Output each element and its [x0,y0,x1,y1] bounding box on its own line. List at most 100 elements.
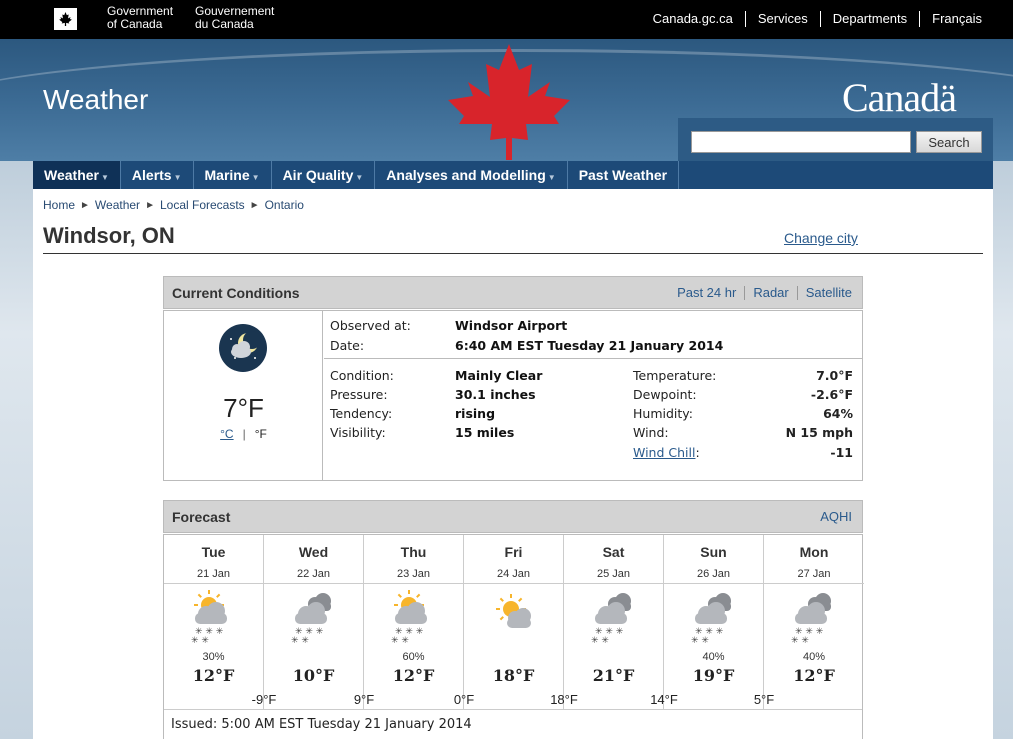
day-high: 21°F [592,666,635,685]
precip-probability: 60% [402,651,425,663]
day-name: Tue [201,544,226,560]
change-city-link[interactable]: Change city [784,230,858,246]
svg-text:✳ ✳: ✳ ✳ [291,636,309,644]
visibility-value: 15 miles [455,425,515,440]
chevron-down-icon: ▼ [100,173,109,182]
celsius-link[interactable]: °C [220,427,233,441]
unit-separator: | [242,427,246,441]
canada-flag-icon [43,8,88,30]
day-high: 10°F [292,666,335,685]
gouvernement-du-canada-wordmark[interactable]: Gouvernement du Canada [195,5,274,31]
issued-time: Issued: 5:00 AM EST Tuesday 21 January 2… [171,717,472,732]
forecast-header: Forecast AQHI [163,500,863,533]
pressure-value: 30.1 inches [455,387,536,402]
nav-item-alerts[interactable]: Alerts ▼ [121,161,194,189]
night-low: 5°F [753,692,775,707]
breadcrumb-ontario[interactable]: Ontario [265,198,304,212]
day-date: 22 Jan [296,568,331,580]
nav-item-analyses-and-modelling[interactable]: Analyses and Modelling ▼ [375,161,568,189]
date-label: Date: [330,338,365,353]
current-temp-panel: 7°F °C | °F [164,311,323,480]
night-low: 18°F [550,692,578,707]
svg-text:✳ ✳: ✳ ✳ [391,636,409,644]
satellite-link[interactable]: Satellite [796,286,852,300]
observed-at-label: Observed at: [330,318,411,333]
forecast-day-sat: Sat 25 Jan ✳ ✳ ✳ ✳ ✳ 21°F [564,535,664,710]
search-button[interactable]: Search [916,131,982,153]
radar-link[interactable]: Radar [744,286,796,300]
day-date: 25 Jan [596,568,631,580]
day-high: 18°F [492,666,535,685]
wind-chill-value: -11 [830,445,853,460]
wind-chill-link[interactable]: Wind Chill [633,445,695,460]
breadcrumb-local-forecasts[interactable]: Local Forecasts [160,198,245,212]
tendency-label: Tendency: [330,406,393,421]
fahrenheit-label: °F [254,427,267,441]
current-conditions-heading: Current Conditions [172,285,300,301]
day-divider [164,583,263,584]
svg-text:✳ ✳: ✳ ✳ [191,636,209,644]
svg-text:✳ ✳: ✳ ✳ [791,636,809,644]
day-name: Thu [400,544,427,560]
temperature-label: Temperature: [633,368,717,383]
cloud-snow-icon: ✳ ✳ ✳ ✳ ✳ [289,588,339,646]
breadcrumb: Home ► Weather ► Local Forecasts ► Ontar… [43,198,304,212]
day-name: Mon [799,544,829,560]
forecast-day-fri: Fri 24 Jan 18°F [464,535,564,710]
nav-item-label: Air Quality [282,167,354,183]
day-name: Sun [700,544,727,560]
departments-link[interactable]: Departments [819,11,919,27]
sun-cloud-snow-icon: ✳ ✳ ✳ ✳ ✳ [389,588,439,646]
day-divider [464,583,563,584]
day-high: 12°F [793,666,835,685]
forecast-panel: Tue 21 Jan ✳ ✳ ✳ ✳ ✳ 30% 12°F Wed 22 Jan ✳ ✳ ✳ … [163,534,864,739]
visibility-label: Visibility: [330,425,386,440]
svg-text:✳ ✳: ✳ ✳ [591,636,609,644]
breadcrumb-separator-icon: ► [145,199,155,211]
main-content: Home ► Weather ► Local Forecasts ► Ontar… [33,189,993,739]
night-low: 0°F [453,692,475,707]
observed-at-value: Windsor Airport [455,318,568,333]
main-menu: Weather ▼ Alerts ▼ Marine ▼ Air Quality ▼ Analys… [33,161,993,189]
observation-header: Observed at: Windsor Airport Date: 6:40 … [324,311,862,359]
forecast-day-wed: Wed 22 Jan ✳ ✳ ✳ ✳ ✳ 10°F [264,535,364,710]
night-low: 9°F [353,692,375,707]
chevron-down-icon: ▼ [251,173,260,182]
nav-item-weather[interactable]: Weather ▼ [33,161,121,189]
site-banner: Weather Canadä Search [0,39,1013,161]
search-input[interactable] [691,131,911,153]
day-date: 24 Jan [496,568,531,580]
breadcrumb-separator-icon: ► [249,199,260,211]
day-name: Fri [504,544,523,560]
day-high: 19°F [692,666,735,685]
canada-gc-ca-link[interactable]: Canada.gc.ca [641,11,745,27]
services-link[interactable]: Services [744,11,820,27]
day-divider [364,583,463,584]
day-date: 27 Jan [797,568,831,580]
nav-item-label: Past Weather [578,167,668,183]
date-value: 6:40 AM EST Tuesday 21 January 2014 [455,338,724,353]
current-conditions-panel: 7°F °C | °F Observed at: Windsor Airport D… [163,310,863,481]
observation-details: Observed at: Windsor Airport Date: 6:40 … [324,311,862,480]
nav-item-label: Analyses and Modelling [386,167,546,183]
temperature-value: 7.0°F [816,368,853,383]
aqhi-link[interactable]: AQHI [812,510,852,524]
sun-cloud-snow-icon: ✳ ✳ ✳ ✳ ✳ [189,588,239,646]
wind-chill-colon: : [695,445,700,460]
nav-item-past-weather[interactable]: Past Weather [568,161,680,189]
federal-identity-bar: Government of Canada Gouvernement du Can… [0,0,1013,39]
breadcrumb-weather[interactable]: Weather [95,198,140,212]
francais-link[interactable]: Français [919,11,982,27]
forecast-heading: Forecast [172,509,231,525]
night-low: -9°F [251,692,277,707]
government-of-canada-wordmark[interactable]: Government of Canada [107,5,173,31]
cloud-snow-icon: ✳ ✳ ✳ ✳ ✳ [789,588,839,646]
day-divider [564,583,663,584]
nav-item-marine[interactable]: Marine ▼ [194,161,272,189]
site-title[interactable]: Weather [43,84,148,116]
past-24-hr-link[interactable]: Past 24 hr [669,286,744,300]
breadcrumb-home[interactable]: Home [43,198,75,212]
day-divider [764,583,864,584]
day-divider [264,583,363,584]
nav-item-air-quality[interactable]: Air Quality ▼ [272,161,376,189]
